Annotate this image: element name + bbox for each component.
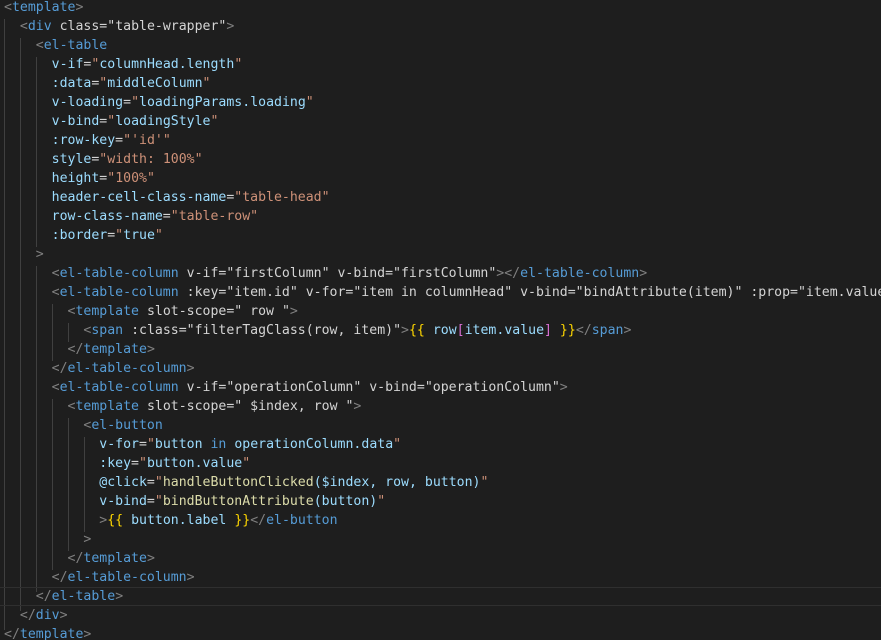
code-line-text: > — [35, 247, 44, 262]
code-line[interactable]: <template slot-scope=" $index, row "> — [0, 397, 881, 416]
code-line-text: </div> — [19, 608, 68, 623]
code-line-text: <el-table-column v-if="firstColumn" v-bi… — [51, 266, 648, 281]
code-line[interactable]: <div class="table-wrapper"> — [0, 17, 881, 36]
code-line-text: v-for="button in operationColumn.data" — [99, 437, 402, 452]
code-line-text: v-bind="loadingStyle" — [51, 114, 219, 129]
code-line-text: <span :class="filterTagClass(row, item)"… — [83, 323, 632, 338]
code-line-text: <template slot-scope=" row "> — [67, 304, 298, 319]
code-line[interactable]: v-bind="loadingStyle" — [0, 112, 881, 131]
code-line[interactable]: </template> — [0, 340, 881, 359]
code-line[interactable]: </el-table-column> — [0, 568, 881, 587]
code-line[interactable]: <el-button — [0, 416, 881, 435]
code-line-text: row-class-name="table-row" — [51, 209, 259, 224]
code-line-text: </el-table> — [35, 589, 124, 604]
code-line[interactable]: </div> — [0, 606, 881, 625]
code-line[interactable]: height="100%" — [0, 169, 881, 188]
code-line-text: <el-table — [35, 38, 108, 53]
code-line-text: header-cell-class-name="table-head" — [51, 190, 330, 205]
code-line[interactable]: v-bind="bindButtonAttribute(button)" — [0, 492, 881, 511]
code-line[interactable]: row-class-name="table-row" — [0, 207, 881, 226]
code-line[interactable]: </template> — [0, 549, 881, 568]
code-line[interactable]: <el-table — [0, 36, 881, 55]
code-line[interactable]: v-loading="loadingParams.loading" — [0, 93, 881, 112]
code-line-text: v-loading="loadingParams.loading" — [51, 95, 314, 110]
code-line-text: @click="handleButtonClicked($index, row,… — [99, 475, 489, 490]
code-line-text: </template> — [67, 551, 155, 566]
code-line-text: v-bind="bindButtonAttribute(button)" — [99, 494, 386, 509]
code-line[interactable]: header-cell-class-name="table-head" — [0, 188, 881, 207]
code-line-text: <el-table-column v-if="operationColumn" … — [51, 380, 568, 395]
code-line[interactable]: <el-table-column :key="item.id" v-for="i… — [0, 283, 881, 302]
code-line-text: v-if="columnHead.length" — [51, 57, 243, 72]
code-line-text: :key="button.value" — [99, 456, 251, 471]
code-line-text: <el-table-column :key="item.id" v-for="i… — [51, 285, 881, 300]
code-line-text: :row-key="'id'" — [51, 133, 171, 148]
code-line[interactable]: >{{ button.label }}</el-button — [0, 511, 881, 530]
code-line[interactable]: :data="middleColumn" — [0, 74, 881, 93]
code-line[interactable]: style="width: 100%" — [0, 150, 881, 169]
code-line[interactable]: > — [0, 245, 881, 264]
code-line[interactable]: <el-table-column v-if="operationColumn" … — [0, 378, 881, 397]
code-line[interactable]: </el-table-column> — [0, 359, 881, 378]
code-line[interactable]: <el-table-column v-if="firstColumn" v-bi… — [0, 264, 881, 283]
code-line[interactable]: <template> — [0, 0, 881, 17]
code-line-text: style="width: 100%" — [51, 152, 203, 167]
code-line[interactable]: :key="button.value" — [0, 454, 881, 473]
code-line[interactable]: </el-table> — [0, 587, 881, 606]
code-line-text: height="100%" — [51, 171, 155, 186]
code-line-text: </el-table-column> — [51, 361, 195, 376]
code-editor[interactable]: <template> <div class="table-wrapper"> <… — [0, 0, 881, 640]
code-line-text: </template> — [4, 627, 92, 640]
code-line-text: </template> — [67, 342, 155, 357]
code-line-text: <template slot-scope=" $index, row "> — [67, 399, 362, 414]
code-line[interactable]: <span :class="filterTagClass(row, item)"… — [0, 321, 881, 340]
code-line-text: <div class="table-wrapper"> — [19, 19, 235, 34]
code-line[interactable]: > — [0, 530, 881, 549]
code-line[interactable]: v-for="button in operationColumn.data" — [0, 435, 881, 454]
code-line[interactable]: v-if="columnHead.length" — [0, 55, 881, 74]
code-line[interactable]: </template> — [0, 625, 881, 640]
code-line[interactable]: <template slot-scope=" row "> — [0, 302, 881, 321]
code-line-text: :border="true" — [51, 228, 163, 243]
code-line-text: > — [83, 532, 92, 547]
code-line-text: >{{ button.label }}</el-button — [99, 513, 338, 528]
code-line-text: </el-table-column> — [51, 570, 195, 585]
code-line-text: :data="middleColumn" — [51, 76, 211, 91]
code-line-text: <template> — [4, 0, 84, 15]
code-line[interactable]: :row-key="'id'" — [0, 131, 881, 150]
code-line[interactable]: @click="handleButtonClicked($index, row,… — [0, 473, 881, 492]
code-line-text: <el-button — [83, 418, 163, 433]
code-line[interactable]: :border="true" — [0, 226, 881, 245]
